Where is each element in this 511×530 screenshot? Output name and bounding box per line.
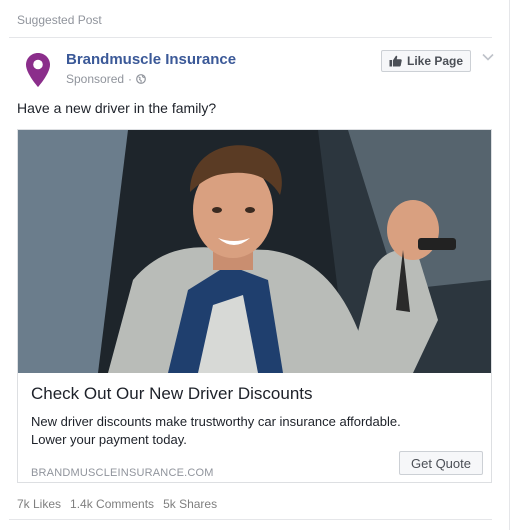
sponsored-meta: Sponsored · — [66, 72, 146, 86]
sponsored-post: Suggested Post Brandmuscle Insurance Spo… — [0, 0, 510, 530]
driver-photo-illustration — [18, 130, 491, 373]
card-description: New driver discounts make trustworthy ca… — [31, 413, 431, 449]
thumbs-up-icon — [389, 55, 402, 67]
ad-photo[interactable] — [18, 130, 491, 373]
get-quote-button[interactable]: Get Quote — [399, 451, 483, 475]
shares-count[interactable]: 5k Shares — [163, 497, 217, 511]
globe-icon — [136, 74, 146, 84]
card-description-line: New driver discounts make trustworthy ca… — [31, 414, 401, 429]
like-page-label: Like Page — [406, 54, 464, 68]
meta-separator: · — [128, 72, 133, 86]
sponsored-label[interactable]: Sponsored — [66, 72, 124, 86]
page-name-link[interactable]: Brandmuscle Insurance — [66, 51, 236, 68]
likes-count[interactable]: 7k Likes — [17, 497, 61, 511]
divider — [9, 519, 492, 520]
card-description-line: Lower your payment today. — [31, 432, 187, 447]
location-pin-icon[interactable] — [25, 52, 51, 88]
chevron-down-icon[interactable] — [482, 53, 494, 61]
card-domain: BRANDMUSCLEINSURANCE.COM — [31, 467, 214, 479]
divider — [9, 37, 492, 38]
like-page-button[interactable]: Like Page — [381, 50, 471, 72]
card-title[interactable]: Check Out Our New Driver Discounts — [31, 384, 313, 404]
suggested-post-label: Suggested Post — [17, 13, 102, 27]
link-card[interactable]: Check Out Our New Driver Discounts New d… — [17, 129, 492, 483]
post-text: Have a new driver in the family? — [17, 100, 217, 116]
comments-count[interactable]: 1.4k Comments — [70, 497, 154, 511]
engagement-stats: 7k Likes 1.4k Comments 5k Shares — [17, 497, 217, 511]
